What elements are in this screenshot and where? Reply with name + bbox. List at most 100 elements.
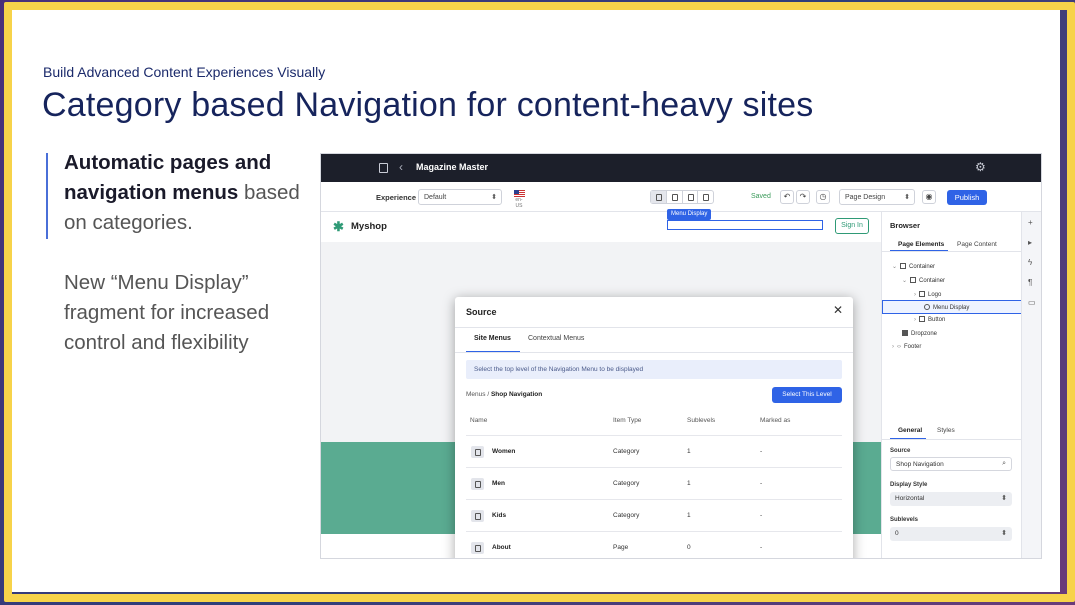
divider — [455, 352, 853, 353]
add-icon[interactable]: + — [1028, 218, 1033, 227]
device-preview-group — [650, 190, 714, 204]
row-name: Men — [492, 480, 505, 487]
locale-flag-icon[interactable]: en-US — [512, 190, 526, 209]
sidebar-toggle-icon[interactable] — [379, 163, 388, 173]
redo-icon[interactable]: ↷ — [796, 190, 810, 204]
tree-item-label: Logo — [928, 292, 942, 298]
slide-kicker: Build Advanced Content Experiences Visua… — [43, 64, 326, 80]
column-header-sublevels: Sublevels — [687, 417, 716, 424]
back-chevron-icon[interactable]: ‹ — [399, 160, 403, 174]
row-sublevels: 1 — [687, 512, 691, 519]
source-label: Source — [890, 448, 911, 454]
tree-item-label: Dropzone — [911, 331, 938, 337]
editor-toolbar: Experience Default ⬍ en-US Saved ↶ ↷ ◷ Pa… — [321, 182, 1041, 212]
publish-button[interactable]: Publish — [947, 190, 987, 205]
modal-title: Source — [466, 307, 497, 317]
close-icon[interactable]: ✕ — [833, 303, 843, 317]
tree-item-label: Menu Display — [933, 305, 970, 311]
breadcrumb: Menus / Shop Navigation — [466, 391, 543, 398]
tab-page-content[interactable]: Page Content — [957, 241, 997, 248]
tree-item-button[interactable]: › Button — [914, 316, 945, 323]
divider — [882, 439, 1022, 440]
row-type: Page — [613, 544, 629, 551]
row-sublevels: 0 — [687, 544, 691, 551]
experience-select[interactable]: Default ⬍ — [418, 189, 502, 205]
sign-in-button[interactable]: Sign In — [835, 218, 869, 234]
select-caret-icon: ⬍ — [904, 194, 910, 201]
logo-text: Myshop — [351, 221, 387, 232]
tree-item-label: Footer — [904, 344, 922, 350]
source-field[interactable]: Shop Navigation ⌕ — [890, 457, 1012, 471]
category-icon — [471, 510, 484, 522]
bullet-accent-bar — [46, 153, 48, 239]
slide: Build Advanced Content Experiences Visua… — [12, 10, 1060, 592]
sublevels-select[interactable]: 0 ⬍ — [890, 527, 1012, 541]
column-header-marked-as: Marked as — [760, 417, 791, 424]
row-name: Women — [492, 448, 516, 455]
saved-status: Saved — [751, 193, 771, 200]
logo-icon: ✱ — [333, 219, 344, 234]
menu-display-tag[interactable]: Menu Display — [667, 209, 712, 220]
tree-item-container[interactable]: ⌄ Container — [902, 277, 945, 284]
tree-item-dropzone[interactable]: Dropzone — [902, 330, 937, 337]
divider — [455, 327, 853, 328]
tree-item-footer[interactable]: › ‹› Footer — [892, 344, 921, 350]
experience-value: Default — [424, 194, 447, 201]
bullet-menu-display: New “Menu Display” fragment for increase… — [64, 271, 270, 354]
tab-page-elements[interactable]: Page Elements — [898, 241, 944, 248]
tab-site-menus[interactable]: Site Menus — [474, 335, 511, 342]
slide-title: Category based Navigation for content-he… — [42, 86, 814, 124]
row-name: Kids — [492, 512, 507, 519]
lightning-icon[interactable]: ϟ — [1028, 258, 1032, 267]
select-caret-icon: ⬍ — [1001, 495, 1007, 502]
column-header-item-type: Item Type — [613, 417, 642, 424]
comment-icon[interactable]: ▭ — [1028, 298, 1036, 307]
table-row[interactable]: Women Category 1 - — [466, 435, 842, 467]
tab-styles[interactable]: Styles — [937, 427, 955, 434]
tree-item-logo[interactable]: › Logo — [914, 291, 941, 298]
row-type: Category — [613, 448, 640, 455]
paint-roller-icon[interactable]: ¶ — [1028, 278, 1032, 287]
row-name: About — [492, 544, 511, 551]
display-style-value: Horizontal — [895, 495, 925, 502]
gear-icon[interactable]: ⚙ — [975, 160, 986, 174]
breadcrumb-root[interactable]: Menus — [466, 391, 486, 398]
table-row[interactable]: Kids Category 1 - — [466, 499, 842, 531]
table-row[interactable]: Men Category 1 - — [466, 467, 842, 499]
landscape-phone-icon[interactable] — [683, 191, 699, 203]
tab-general[interactable]: General — [898, 427, 922, 434]
tree-item-label: Container — [919, 278, 946, 284]
mode-select[interactable]: Page Design ⬍ — [839, 189, 915, 205]
info-banner: Select the top level of the Navigation M… — [466, 360, 842, 379]
breadcrumb-current: Shop Navigation — [490, 391, 543, 398]
row-sublevels: 1 — [687, 448, 691, 455]
mode-value: Page Design — [845, 194, 886, 201]
preview-eye-icon[interactable]: ◉ — [922, 190, 936, 204]
search-icon[interactable]: ⌕ — [1002, 460, 1006, 468]
column-header-name: Name — [470, 417, 488, 424]
source-value: Shop Navigation — [896, 461, 944, 468]
tablet-icon[interactable] — [667, 191, 683, 203]
row-type: Category — [613, 480, 640, 487]
display-style-select[interactable]: Horizontal ⬍ — [890, 492, 1012, 506]
app-screenshot: ‹ Magazine Master ⚙ Experience Default ⬍ … — [320, 153, 1042, 559]
undo-icon[interactable]: ↶ — [780, 190, 794, 204]
menu-display-outline[interactable] — [667, 220, 823, 230]
row-marked: - — [760, 480, 763, 487]
desktop-icon[interactable] — [651, 191, 667, 203]
select-caret-icon: ⬍ — [1001, 530, 1007, 537]
tree-item-container[interactable]: ⌄ Container — [892, 263, 935, 270]
table-row[interactable]: About Page 0 - — [466, 531, 842, 558]
select-this-level-button[interactable]: Select This Level — [772, 387, 842, 403]
tree-item-label: Button — [928, 317, 946, 323]
tab-contextual-menus[interactable]: Contextual Menus — [528, 335, 584, 342]
row-marked: - — [760, 544, 763, 551]
phone-icon[interactable] — [698, 191, 713, 203]
cursor-icon[interactable]: ▸ — [1028, 238, 1032, 247]
tree-item-menu-display[interactable]: Menu Display — [924, 304, 969, 311]
side-rail: + ▸ ϟ ¶ ▭ — [1021, 212, 1041, 558]
sublevels-value: 0 — [895, 530, 899, 537]
history-icon[interactable]: ◷ — [816, 190, 830, 204]
row-marked: - — [760, 448, 763, 455]
bullet-automatic-pages: Automatic pages and navigation menus bas… — [64, 148, 304, 238]
